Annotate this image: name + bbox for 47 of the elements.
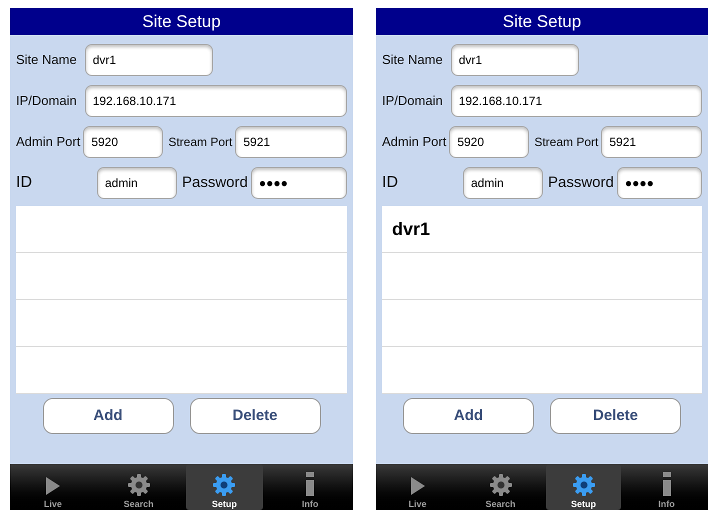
- info-icon: [305, 472, 316, 496]
- text-field[interactable]: ●●●●: [250, 167, 347, 199]
- tab-item[interactable]: Live: [14, 464, 92, 510]
- gear-icon: [572, 474, 594, 496]
- text-field[interactable]: admin: [463, 167, 543, 199]
- delete-button[interactable]: Delete: [190, 398, 320, 434]
- gear-icon: [490, 474, 512, 496]
- field-label: Stream Port: [168, 134, 232, 151]
- text-field[interactable]: 5920: [449, 126, 530, 158]
- field-label: Password: [182, 172, 248, 193]
- text-field[interactable]: 5921: [235, 126, 347, 158]
- field-label: Admin Port: [382, 133, 446, 152]
- text-field[interactable]: 5920: [83, 126, 164, 158]
- delete-button[interactable]: Delete: [550, 398, 681, 434]
- info-icon: [662, 472, 672, 496]
- gear-icon: [128, 474, 150, 496]
- field-label: Site Name: [16, 51, 77, 70]
- text-field[interactable]: 192.168.10.171: [84, 85, 347, 117]
- field-label: Password: [548, 172, 614, 193]
- tab-item[interactable]: Search: [100, 464, 178, 510]
- add-button[interactable]: Add: [42, 398, 174, 434]
- gear-icon: [213, 474, 236, 496]
- field-label: Admin Port: [16, 133, 80, 152]
- text-field[interactable]: dvr1: [450, 44, 579, 76]
- play-icon: [410, 476, 426, 496]
- text-field[interactable]: admin: [97, 167, 177, 199]
- field-label: ID: [16, 173, 33, 193]
- text-field[interactable]: dvr1: [84, 44, 213, 76]
- tab-item[interactable]: Info: [629, 464, 704, 510]
- screen-title: Site Setup: [142, 10, 221, 33]
- text-field[interactable]: 5921: [601, 126, 702, 158]
- tab-item[interactable]: Live: [380, 464, 455, 510]
- field-label: IP/Domain: [16, 92, 77, 110]
- tab-item[interactable]: Info: [271, 464, 349, 510]
- tab-item[interactable]: Setup: [186, 464, 264, 510]
- text-field[interactable]: 192.168.10.171: [450, 85, 702, 117]
- screen-title: Site Setup: [502, 10, 582, 33]
- tab-item[interactable]: Setup: [546, 464, 621, 510]
- field-label: IP/Domain: [382, 92, 443, 110]
- text-field[interactable]: ●●●●: [616, 167, 702, 199]
- add-button[interactable]: Add: [403, 398, 534, 434]
- field-label: ID: [382, 173, 399, 193]
- tab-item[interactable]: Search: [463, 464, 538, 510]
- field-label: Site Name: [382, 51, 443, 70]
- field-label: Stream Port: [534, 134, 598, 151]
- play-icon: [44, 476, 61, 496]
- list-item[interactable]: dvr1: [392, 216, 430, 242]
